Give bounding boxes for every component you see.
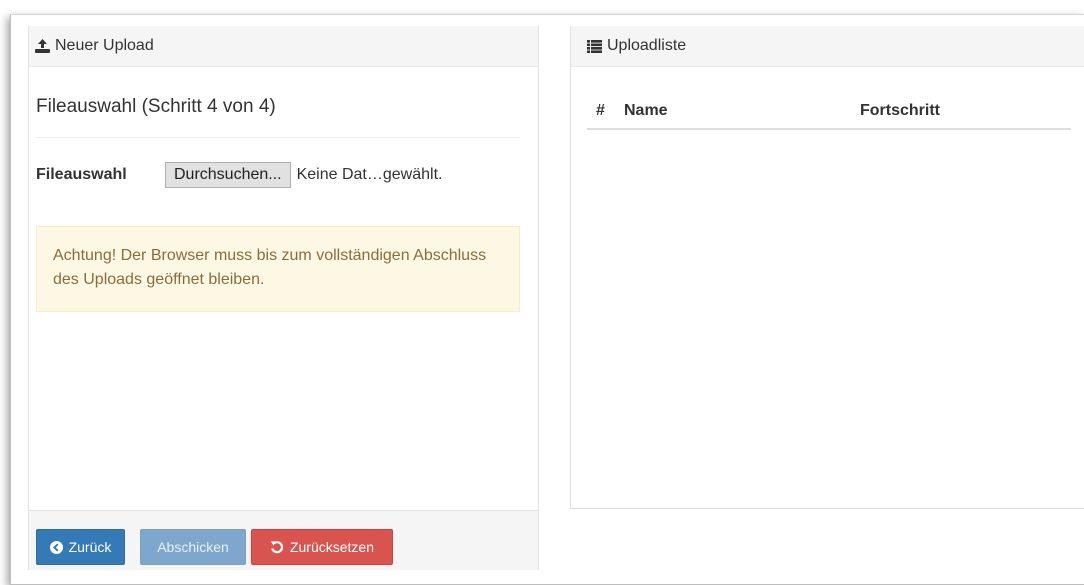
new-upload-panel-heading: Neuer Upload [29, 26, 538, 67]
submit-button[interactable]: Abschicken [140, 529, 246, 565]
upload-table: # Name Fortschritt [587, 94, 1071, 130]
reset-button[interactable]: Zurücksetzen [251, 529, 393, 565]
table-header-row: # Name Fortschritt [587, 94, 1071, 130]
step-title: Fileauswahl (Schritt 4 von 4) [36, 96, 276, 117]
file-status-text: Keine Dat…gewählt. [296, 166, 443, 183]
new-upload-panel-footer: Zurück Abschicken Zurücksetzen [29, 510, 538, 570]
upload-list-panel: Uploadliste # Name Fortschritt [570, 26, 1084, 509]
undo-icon [270, 541, 284, 554]
column-header-name: Name [624, 102, 668, 119]
upload-list-panel-heading: Uploadliste [571, 26, 1084, 67]
browse-button[interactable]: Durchsuchen... [165, 162, 291, 188]
list-icon [587, 39, 602, 53]
new-upload-panel-title: Neuer Upload [55, 37, 154, 54]
upload-list-panel-title: Uploadliste [607, 37, 687, 54]
column-header-number: # [596, 102, 605, 119]
warning-alert: Achtung! Der Browser muss bis zum vollst… [36, 226, 520, 312]
divider [36, 137, 520, 138]
back-button-label: Zurück [68, 539, 112, 555]
reset-button-label: Zurücksetzen [289, 539, 375, 555]
column-header-progress: Fortschritt [860, 102, 940, 119]
file-select-label: Fileauswahl [36, 166, 127, 183]
new-upload-panel: Neuer Upload Fileauswahl (Schritt 4 von … [28, 26, 539, 570]
circle-arrow-left-icon [49, 540, 63, 554]
file-select-row: Fileauswahl Durchsuchen... Keine Dat…gew… [36, 162, 442, 188]
upload-icon [35, 39, 50, 53]
submit-button-label: Abschicken [157, 539, 229, 555]
back-button[interactable]: Zurück [36, 529, 125, 565]
